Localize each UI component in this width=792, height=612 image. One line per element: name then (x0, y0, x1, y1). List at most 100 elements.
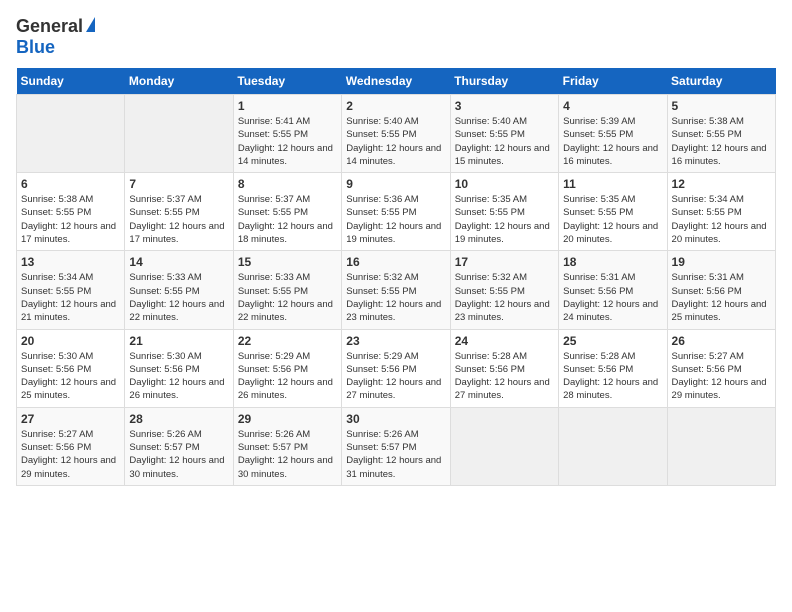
calendar-cell: 14Sunrise: 5:33 AMSunset: 5:55 PMDayligh… (125, 251, 233, 329)
day-info: Sunset: 5:55 PM (129, 285, 228, 298)
day-info: Sunrise: 5:36 AM (346, 193, 445, 206)
header-col-friday: Friday (559, 68, 667, 95)
day-info: Sunrise: 5:37 AM (238, 193, 337, 206)
calendar-cell: 16Sunrise: 5:32 AMSunset: 5:55 PMDayligh… (342, 251, 450, 329)
day-number: 30 (346, 412, 445, 426)
day-info: Daylight: 12 hours and 23 minutes. (455, 298, 554, 325)
day-number: 6 (21, 177, 120, 191)
day-info: Sunset: 5:57 PM (129, 441, 228, 454)
day-info: Sunset: 5:56 PM (21, 363, 120, 376)
calendar-cell: 11Sunrise: 5:35 AMSunset: 5:55 PMDayligh… (559, 173, 667, 251)
calendar-cell: 26Sunrise: 5:27 AMSunset: 5:56 PMDayligh… (667, 329, 775, 407)
day-number: 17 (455, 255, 554, 269)
day-info: Sunrise: 5:32 AM (455, 271, 554, 284)
day-number: 1 (238, 99, 337, 113)
calendar-cell: 24Sunrise: 5:28 AMSunset: 5:56 PMDayligh… (450, 329, 558, 407)
day-number: 16 (346, 255, 445, 269)
logo: General Blue (16, 16, 95, 58)
day-info: Daylight: 12 hours and 18 minutes. (238, 220, 337, 247)
day-info: Sunrise: 5:30 AM (21, 350, 120, 363)
day-info: Sunrise: 5:26 AM (346, 428, 445, 441)
calendar-cell: 2Sunrise: 5:40 AMSunset: 5:55 PMDaylight… (342, 95, 450, 173)
calendar-cell: 23Sunrise: 5:29 AMSunset: 5:56 PMDayligh… (342, 329, 450, 407)
day-number: 26 (672, 334, 771, 348)
day-info: Sunset: 5:55 PM (238, 128, 337, 141)
day-info: Sunset: 5:55 PM (563, 128, 662, 141)
day-info: Sunrise: 5:31 AM (672, 271, 771, 284)
day-info: Sunset: 5:56 PM (563, 285, 662, 298)
day-info: Sunrise: 5:26 AM (129, 428, 228, 441)
day-info: Daylight: 12 hours and 29 minutes. (672, 376, 771, 403)
day-number: 23 (346, 334, 445, 348)
day-info: Sunrise: 5:34 AM (21, 271, 120, 284)
calendar-cell: 18Sunrise: 5:31 AMSunset: 5:56 PMDayligh… (559, 251, 667, 329)
day-info: Sunrise: 5:35 AM (455, 193, 554, 206)
day-info: Daylight: 12 hours and 20 minutes. (672, 220, 771, 247)
day-info: Daylight: 12 hours and 30 minutes. (129, 454, 228, 481)
day-number: 10 (455, 177, 554, 191)
day-info: Sunset: 5:55 PM (21, 206, 120, 219)
logo-triangle-icon (86, 17, 95, 32)
day-info: Daylight: 12 hours and 21 minutes. (21, 298, 120, 325)
header-col-saturday: Saturday (667, 68, 775, 95)
calendar-cell (125, 95, 233, 173)
calendar-cell: 7Sunrise: 5:37 AMSunset: 5:55 PMDaylight… (125, 173, 233, 251)
day-info: Sunset: 5:55 PM (563, 206, 662, 219)
day-number: 28 (129, 412, 228, 426)
day-number: 4 (563, 99, 662, 113)
day-number: 14 (129, 255, 228, 269)
day-info: Daylight: 12 hours and 14 minutes. (346, 142, 445, 169)
day-info: Sunrise: 5:27 AM (21, 428, 120, 441)
day-info: Daylight: 12 hours and 16 minutes. (672, 142, 771, 169)
day-info: Daylight: 12 hours and 19 minutes. (455, 220, 554, 247)
calendar-cell: 20Sunrise: 5:30 AMSunset: 5:56 PMDayligh… (17, 329, 125, 407)
day-info: Daylight: 12 hours and 22 minutes. (238, 298, 337, 325)
day-number: 2 (346, 99, 445, 113)
calendar-cell: 25Sunrise: 5:28 AMSunset: 5:56 PMDayligh… (559, 329, 667, 407)
calendar-body: 1Sunrise: 5:41 AMSunset: 5:55 PMDaylight… (17, 95, 776, 486)
calendar-cell: 30Sunrise: 5:26 AMSunset: 5:57 PMDayligh… (342, 407, 450, 485)
day-info: Daylight: 12 hours and 20 minutes. (563, 220, 662, 247)
day-info: Sunset: 5:55 PM (455, 128, 554, 141)
day-info: Daylight: 12 hours and 17 minutes. (21, 220, 120, 247)
day-info: Sunrise: 5:38 AM (672, 115, 771, 128)
calendar-cell: 3Sunrise: 5:40 AMSunset: 5:55 PMDaylight… (450, 95, 558, 173)
day-number: 20 (21, 334, 120, 348)
day-info: Sunrise: 5:33 AM (129, 271, 228, 284)
calendar-cell: 4Sunrise: 5:39 AMSunset: 5:55 PMDaylight… (559, 95, 667, 173)
day-info: Daylight: 12 hours and 26 minutes. (238, 376, 337, 403)
day-number: 9 (346, 177, 445, 191)
day-info: Sunset: 5:55 PM (346, 285, 445, 298)
calendar-cell: 27Sunrise: 5:27 AMSunset: 5:56 PMDayligh… (17, 407, 125, 485)
day-info: Daylight: 12 hours and 28 minutes. (563, 376, 662, 403)
day-info: Daylight: 12 hours and 19 minutes. (346, 220, 445, 247)
day-info: Sunset: 5:56 PM (672, 285, 771, 298)
day-number: 29 (238, 412, 337, 426)
calendar-cell: 28 Sunrise: 5:26 AMSunset: 5:57 PMDayligh… (125, 407, 233, 485)
day-number: 8 (238, 177, 337, 191)
day-info: Daylight: 12 hours and 15 minutes. (455, 142, 554, 169)
day-info: Sunrise: 5:32 AM (346, 271, 445, 284)
day-number: 12 (672, 177, 771, 191)
day-info: Sunset: 5:55 PM (129, 206, 228, 219)
calendar-cell (667, 407, 775, 485)
calendar-cell: 15Sunrise: 5:33 AMSunset: 5:55 PMDayligh… (233, 251, 341, 329)
calendar-week-3: 13Sunrise: 5:34 AMSunset: 5:55 PMDayligh… (17, 251, 776, 329)
day-info: Sunset: 5:55 PM (21, 285, 120, 298)
day-info: Sunrise: 5:41 AM (238, 115, 337, 128)
calendar-cell: 9Sunrise: 5:36 AMSunset: 5:55 PMDaylight… (342, 173, 450, 251)
day-info: Sunrise: 5:40 AM (455, 115, 554, 128)
logo-general-text: General (16, 16, 83, 37)
header-col-sunday: Sunday (17, 68, 125, 95)
calendar-cell: 6Sunrise: 5:38 AMSunset: 5:55 PMDaylight… (17, 173, 125, 251)
day-info: Sunrise: 5:29 AM (238, 350, 337, 363)
day-info: Sunrise: 5:33 AM (238, 271, 337, 284)
day-info: Sunrise: 5:31 AM (563, 271, 662, 284)
day-info: Sunset: 5:56 PM (346, 363, 445, 376)
day-info: Sunrise: 5:39 AM (563, 115, 662, 128)
day-number: 13 (21, 255, 120, 269)
day-info: Sunset: 5:56 PM (21, 441, 120, 454)
calendar-cell: 1Sunrise: 5:41 AMSunset: 5:55 PMDaylight… (233, 95, 341, 173)
calendar-table: SundayMondayTuesdayWednesdayThursdayFrid… (16, 68, 776, 486)
day-number: 24 (455, 334, 554, 348)
